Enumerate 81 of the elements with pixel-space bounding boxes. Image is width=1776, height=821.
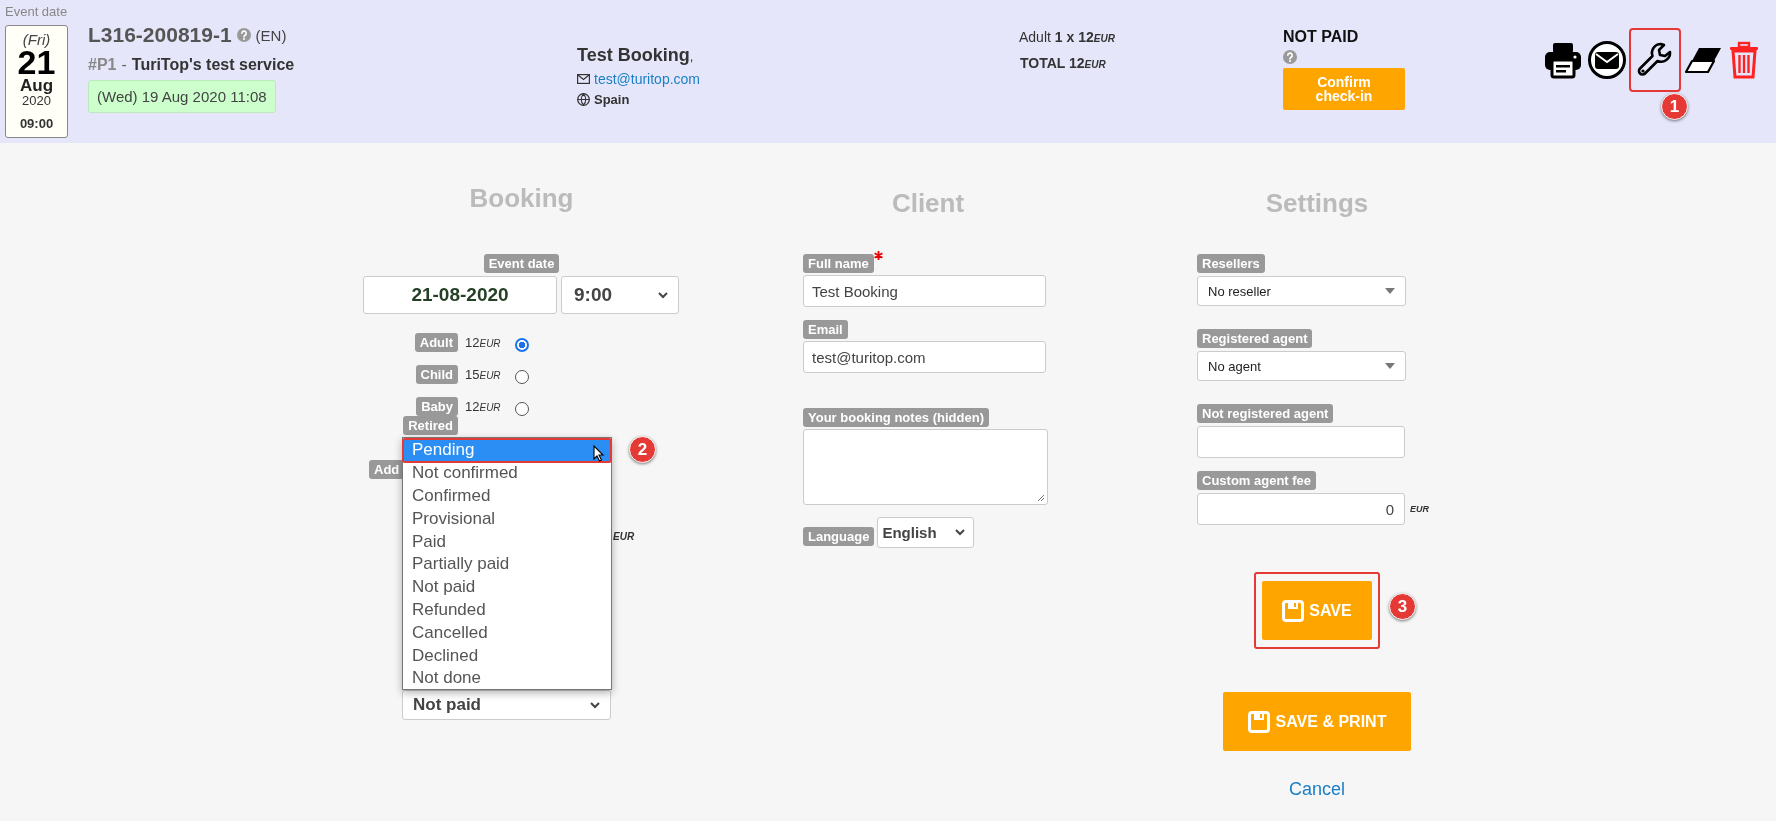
product-code: #P1 (88, 56, 117, 74)
day: 21 (17, 47, 56, 77)
language-code: (EN) (255, 26, 287, 44)
year: 2020 (22, 94, 51, 107)
status-option[interactable]: Confirmed (403, 484, 611, 508)
dropdown-select[interactable]: No reseller (1197, 276, 1406, 306)
dropdown-triangle-icon (1385, 288, 1395, 294)
envelope-icon (577, 74, 590, 84)
rate-label: Retired (403, 416, 458, 435)
booking-code: L316-200819-1 (88, 23, 232, 47)
status-option[interactable]: Refunded (403, 598, 611, 622)
globe-icon (577, 93, 590, 106)
radio-button[interactable] (515, 402, 529, 416)
cursor-icon (593, 445, 605, 462)
status-option[interactable]: Declined (403, 644, 611, 667)
rate-label: Baby (416, 396, 458, 416)
total-line: TOTAL 12EUR (1020, 55, 1107, 71)
separator: - (121, 56, 127, 74)
text-input[interactable]: test@turitop.com (803, 341, 1046, 373)
field-label: Add (369, 460, 405, 479)
status-option[interactable]: Provisional (403, 507, 611, 531)
time: 09:00 (19, 116, 54, 131)
created-date-chip: (Wed) 19 Aug 2020 11:08 (88, 80, 276, 113)
help-icon[interactable] (1283, 50, 1297, 64)
dropdown-triangle-icon (1385, 363, 1395, 369)
section-title: Settings (1264, 188, 1370, 218)
date-input[interactable]: 21-08-2020 (363, 276, 557, 314)
email-link[interactable]: test@turitop.com (594, 71, 701, 87)
dropdown-select[interactable]: No agent (1197, 351, 1406, 381)
country: Spain (594, 92, 630, 107)
currency-label: EUR (613, 531, 635, 542)
printer-icon[interactable] (1543, 40, 1583, 80)
comma: , (689, 49, 694, 64)
chevron-icon (955, 529, 966, 536)
client-name: Test Booking (577, 45, 690, 65)
radio-button[interactable] (515, 370, 529, 384)
status-option[interactable]: Cancelled (403, 621, 611, 645)
status-option[interactable]: Not paid (403, 575, 611, 599)
section-title: Client (890, 188, 966, 218)
step-badge: 1 (1661, 93, 1688, 120)
status-option[interactable]: Not confirmed (403, 461, 611, 485)
field-label: Registered agent (1197, 329, 1313, 348)
status-option[interactable]: Not done (403, 666, 611, 690)
status-option[interactable]: Paid (403, 530, 611, 553)
cancel-link[interactable]: Cancel (1289, 779, 1345, 800)
chevron-icon (658, 291, 668, 299)
mail-icon[interactable] (1587, 40, 1627, 80)
field-label: Full name (803, 254, 874, 273)
time-select[interactable]: 9:00 (561, 276, 679, 314)
field-label: Event date (483, 254, 560, 273)
month: Aug (19, 77, 53, 94)
weekday: (Fri) (22, 32, 51, 47)
rate-label: Adult (414, 332, 458, 352)
chevron-icon (590, 701, 600, 709)
rate-price: 15EUR (465, 366, 502, 382)
status-select[interactable]: Not paid (402, 690, 611, 720)
number-input[interactable]: 0 (1197, 493, 1405, 525)
status-option[interactable]: Partially paid (403, 553, 611, 576)
help-icon[interactable] (236, 28, 251, 42)
step-badge: 2 (629, 436, 656, 463)
field-label: Custom agent fee (1197, 471, 1317, 490)
field-label: Not registered agent (1197, 404, 1334, 423)
text-input[interactable]: Test Booking (803, 275, 1046, 307)
language-select[interactable]: English (877, 517, 975, 548)
resize-grip-icon (1037, 494, 1045, 502)
event-date-label: Event date (5, 4, 68, 19)
field-label: Your booking notes (hidden) (803, 408, 989, 427)
price-line: Adult 1 x 12EUR (1019, 29, 1116, 45)
text-input[interactable] (1197, 426, 1405, 458)
payment-status: NOT PAID (1283, 28, 1360, 46)
field-label: Language (803, 527, 875, 546)
field-label: Resellers (1197, 254, 1265, 273)
field-label: Email (803, 320, 848, 339)
rate-label: Child (415, 364, 458, 384)
radio-button[interactable] (515, 338, 529, 352)
section-title: Booking (468, 183, 575, 213)
currency-label: EUR (1410, 504, 1429, 514)
rate-price: 12EUR (465, 398, 502, 414)
rate-price: 12EUR (465, 334, 502, 350)
service-name: TuriTop's test service (131, 56, 295, 74)
step-badge: 3 (1389, 593, 1416, 620)
